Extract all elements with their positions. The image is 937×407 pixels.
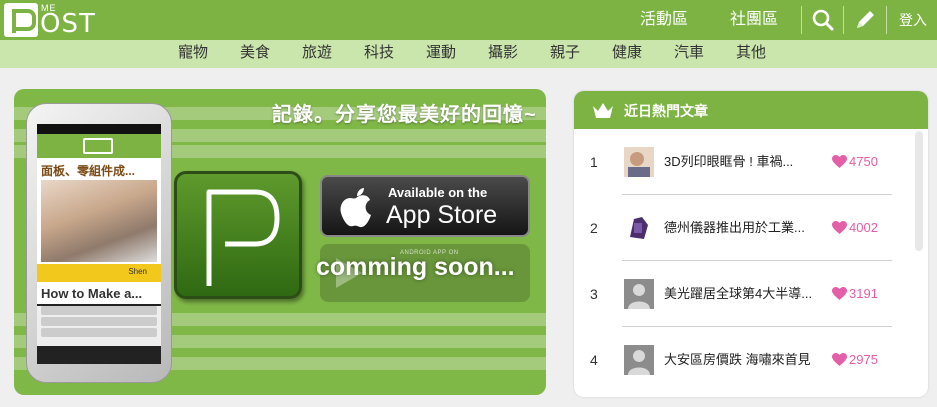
category-tech[interactable]: 科技 <box>364 40 394 68</box>
category-other[interactable]: 其他 <box>736 40 766 68</box>
hot-articles-header: 近日熱門文章 <box>574 91 928 129</box>
category-photography[interactable]: 攝影 <box>488 40 518 68</box>
divider <box>886 6 887 34</box>
app-promo-banner: 記錄。分享您最美好的回憶~ 面板、零組件成... Shen How to Mak… <box>14 89 546 395</box>
category-food[interactable]: 美食 <box>240 40 270 68</box>
login-link[interactable]: 登入 <box>899 0 927 40</box>
app-icon <box>174 171 302 299</box>
article-title: 德州儀器推出用於工業... <box>664 220 805 235</box>
search-icon[interactable] <box>811 8 835 32</box>
article-likes: 3191 <box>849 286 878 301</box>
crown-icon <box>593 103 613 118</box>
hot-articles-panel: 近日熱門文章 1 3D列印眼眶骨 ! 車禍... 4750 2 德州儀器推出用於… <box>574 91 928 397</box>
nav-community-link[interactable]: 社團區 <box>730 0 778 40</box>
article-rank: 4 <box>590 352 598 368</box>
article-thumbnail <box>624 147 654 177</box>
banner-slogan: 記錄。分享您最美好的回憶~ <box>272 104 537 126</box>
heart-icon <box>832 287 847 300</box>
category-cars[interactable]: 汽車 <box>674 40 704 68</box>
nav-activity-link[interactable]: 活動區 <box>640 0 688 40</box>
article-likes: 4750 <box>849 154 878 169</box>
hot-article-row[interactable]: 1 3D列印眼眶骨 ! 車禍... 4750 <box>574 129 914 195</box>
heart-icon <box>832 155 847 168</box>
phone-mockup: 面板、零組件成... Shen How to Make a... <box>26 103 172 383</box>
default-avatar-icon <box>624 345 654 375</box>
list-item <box>41 317 157 326</box>
phone-author: Shen <box>128 267 147 276</box>
category-health[interactable]: 健康 <box>612 40 642 68</box>
article-rank: 2 <box>590 220 598 236</box>
top-navigation-bar: ME OST 活動區 社團區 登入 <box>0 0 937 40</box>
phone-app-header <box>37 134 161 158</box>
app-store-big-text: App Store <box>386 201 498 229</box>
article-title: 3D列印眼眶骨 ! 車禍... <box>664 154 794 169</box>
article-thumbnail <box>624 213 654 243</box>
phone-list <box>37 306 161 346</box>
category-bar: 寵物 美食 旅遊 科技 運動 攝影 親子 健康 汽車 其他 <box>0 40 937 68</box>
heart-icon <box>832 353 847 366</box>
phone-screen: 面板、零組件成... Shen How to Make a... <box>37 124 161 364</box>
hot-articles-title: 近日熱門文章 <box>624 103 708 119</box>
article-title: 美光躍居全球第4大半導... <box>664 286 813 301</box>
hot-article-row[interactable]: 4 大安區房價跌 海嘯來首見 2975 <box>574 327 914 393</box>
heart-icon <box>832 221 847 234</box>
apple-icon <box>340 188 371 228</box>
category-parenting[interactable]: 親子 <box>550 40 580 68</box>
divider <box>801 6 802 34</box>
app-store-small-text: Available on the <box>388 185 488 200</box>
article-rank: 1 <box>590 154 598 170</box>
list-item <box>41 306 157 315</box>
article-likes: 2975 <box>849 352 878 367</box>
phone-article-photo <box>41 180 157 262</box>
phone-article-title: 面板、零組件成... <box>41 164 136 178</box>
article-rank: 3 <box>590 286 598 302</box>
category-travel[interactable]: 旅遊 <box>302 40 332 68</box>
hot-article-row[interactable]: 3 美光躍居全球第4大半導... 3191 <box>574 261 914 327</box>
logo-text: OST <box>40 9 96 39</box>
logo-p-mark <box>4 3 38 37</box>
android-coming-soon: comming soon... <box>316 253 515 281</box>
site-logo[interactable]: ME OST <box>4 3 96 39</box>
article-title: 大安區房價跌 海嘯來首見 <box>664 352 811 367</box>
category-pets[interactable]: 寵物 <box>178 40 208 68</box>
phone-author-bar: Shen <box>37 264 161 282</box>
article-likes: 4002 <box>849 220 878 235</box>
app-store-button[interactable]: Available on the App Store <box>320 175 530 237</box>
phone-app-logo <box>83 138 113 154</box>
phone-status-bar <box>37 124 161 134</box>
default-avatar-icon <box>624 279 654 309</box>
hot-article-row[interactable]: 2 德州儀器推出用於工業... 4002 <box>574 195 914 261</box>
divider <box>843 6 844 34</box>
category-sports[interactable]: 運動 <box>426 40 456 68</box>
phone-article-card: 面板、零組件成... <box>37 158 161 264</box>
pencil-icon[interactable] <box>853 8 877 32</box>
scrollbar[interactable] <box>915 131 923 251</box>
phone-article-title-2: How to Make a... <box>37 282 161 304</box>
list-item <box>41 328 157 337</box>
